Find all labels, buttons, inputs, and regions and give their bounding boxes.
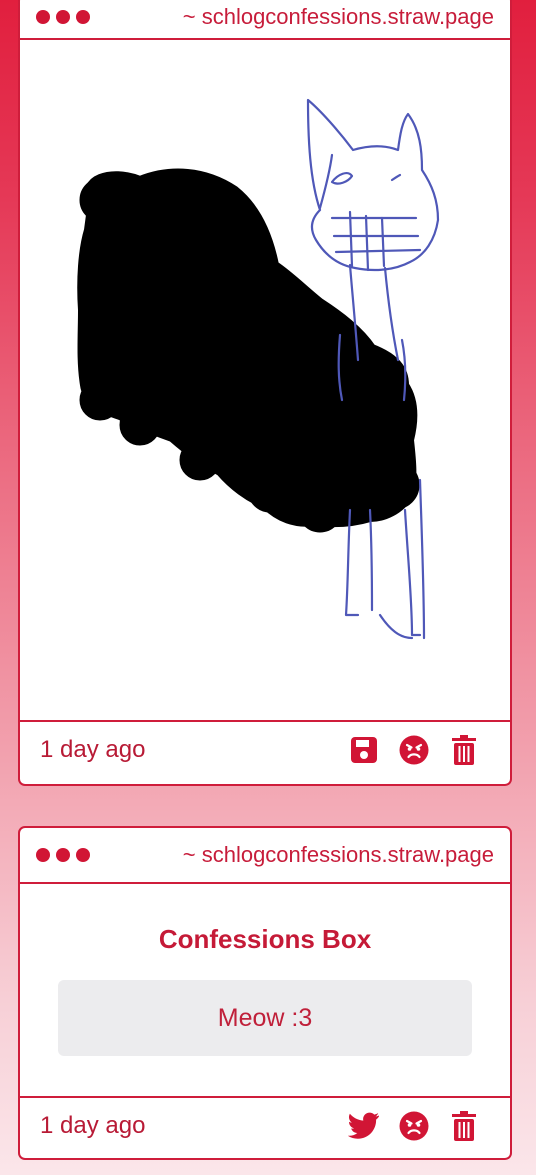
window-titlebar: ~ schlogconfessions.straw.page: [20, 0, 510, 40]
twitter-icon[interactable]: [348, 1110, 380, 1142]
post-timestamp: 1 day ago: [40, 1112, 146, 1139]
post-actions: [348, 1098, 480, 1154]
window-controls: [36, 10, 90, 24]
save-icon[interactable]: [348, 734, 380, 766]
drawing-post-card: ~ schlogconfessions.straw.page 1 day ago: [18, 0, 512, 786]
window-dot-icon[interactable]: [36, 10, 50, 24]
window-dot-icon[interactable]: [56, 848, 70, 862]
window-dot-icon[interactable]: [56, 10, 70, 24]
trash-icon[interactable]: [448, 734, 480, 766]
post-actions: [348, 722, 480, 778]
site-url[interactable]: ~ schlogconfessions.straw.page: [183, 828, 494, 882]
site-url[interactable]: ~ schlogconfessions.straw.page: [183, 0, 494, 38]
trash-icon[interactable]: [448, 1110, 480, 1142]
post-timestamp: 1 day ago: [40, 736, 146, 763]
cat-drawing-image: [77, 98, 440, 640]
confession-content: Confessions Box Meow :3: [20, 884, 510, 1096]
window-dot-icon[interactable]: [76, 10, 90, 24]
black-scribble: [77, 168, 420, 533]
window-controls: [36, 848, 90, 862]
confession-post-card: ~ schlogconfessions.straw.page Confessio…: [18, 826, 512, 1160]
window-dot-icon[interactable]: [76, 848, 90, 862]
window-titlebar: ~ schlogconfessions.straw.page: [20, 828, 510, 884]
window-dot-icon[interactable]: [36, 848, 50, 862]
drawing-canvas: [20, 40, 510, 720]
confession-message: Meow :3: [58, 980, 472, 1056]
post-footer: 1 day ago: [20, 720, 510, 778]
post-footer: 1 day ago: [20, 1096, 510, 1154]
angry-face-icon[interactable]: [398, 1110, 430, 1142]
confession-message-text: Meow :3: [217, 1003, 313, 1032]
angry-face-icon[interactable]: [398, 734, 430, 766]
confession-box-title: Confessions Box: [158, 924, 372, 954]
